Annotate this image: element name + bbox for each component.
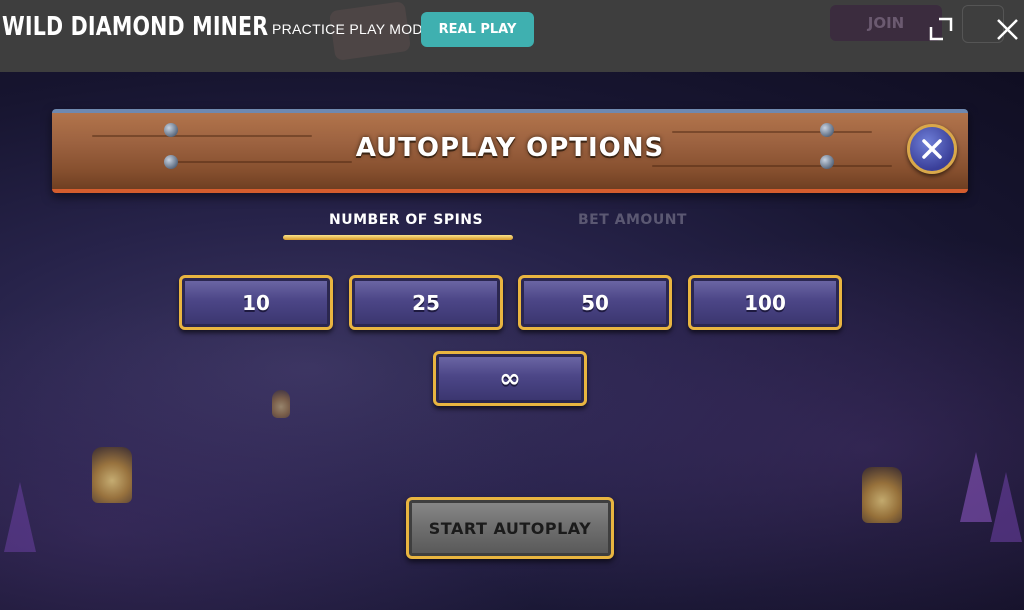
crystal-right-2 <box>990 472 1022 542</box>
crystal-right <box>960 452 992 522</box>
lantern-left <box>92 447 132 503</box>
spin-option-50[interactable]: 50 <box>518 275 672 330</box>
tab-number-of-spins[interactable]: NUMBER OF SPINS <box>329 212 483 228</box>
spin-option-25[interactable]: 25 <box>349 275 503 330</box>
close-icon <box>922 139 942 159</box>
autoplay-header-plank: AUTOPLAY OPTIONS <box>52 109 968 193</box>
lantern-small <box>272 390 290 418</box>
start-autoplay-button[interactable]: START AUTOPLAY <box>406 497 614 559</box>
crystal-left <box>4 482 36 552</box>
real-play-button[interactable]: REAL PLAY <box>421 12 534 47</box>
spin-option-infinite[interactable]: ∞ <box>433 351 587 406</box>
active-tab-indicator <box>283 235 513 240</box>
practice-mode-label: PRACTICE PLAY MODE <box>272 21 433 37</box>
spin-option-100[interactable]: 100 <box>688 275 842 330</box>
spin-option-10[interactable]: 10 <box>179 275 333 330</box>
dialog-title: AUTOPLAY OPTIONS <box>355 133 665 163</box>
fullscreen-icon[interactable] <box>926 14 956 44</box>
game-title: WILD DIAMOND MINER <box>2 12 269 42</box>
dialog-close-button[interactable] <box>907 124 957 174</box>
lantern-right <box>862 467 902 523</box>
game-area: AUTOPLAY OPTIONS NUMBER OF SPINS BET AMO… <box>0 72 1024 610</box>
close-icon[interactable] <box>992 14 1022 44</box>
top-bar: WILD DIAMOND MINER PRACTICE PLAY MODE RE… <box>0 0 1024 72</box>
tab-bet-amount[interactable]: BET AMOUNT <box>578 212 687 228</box>
